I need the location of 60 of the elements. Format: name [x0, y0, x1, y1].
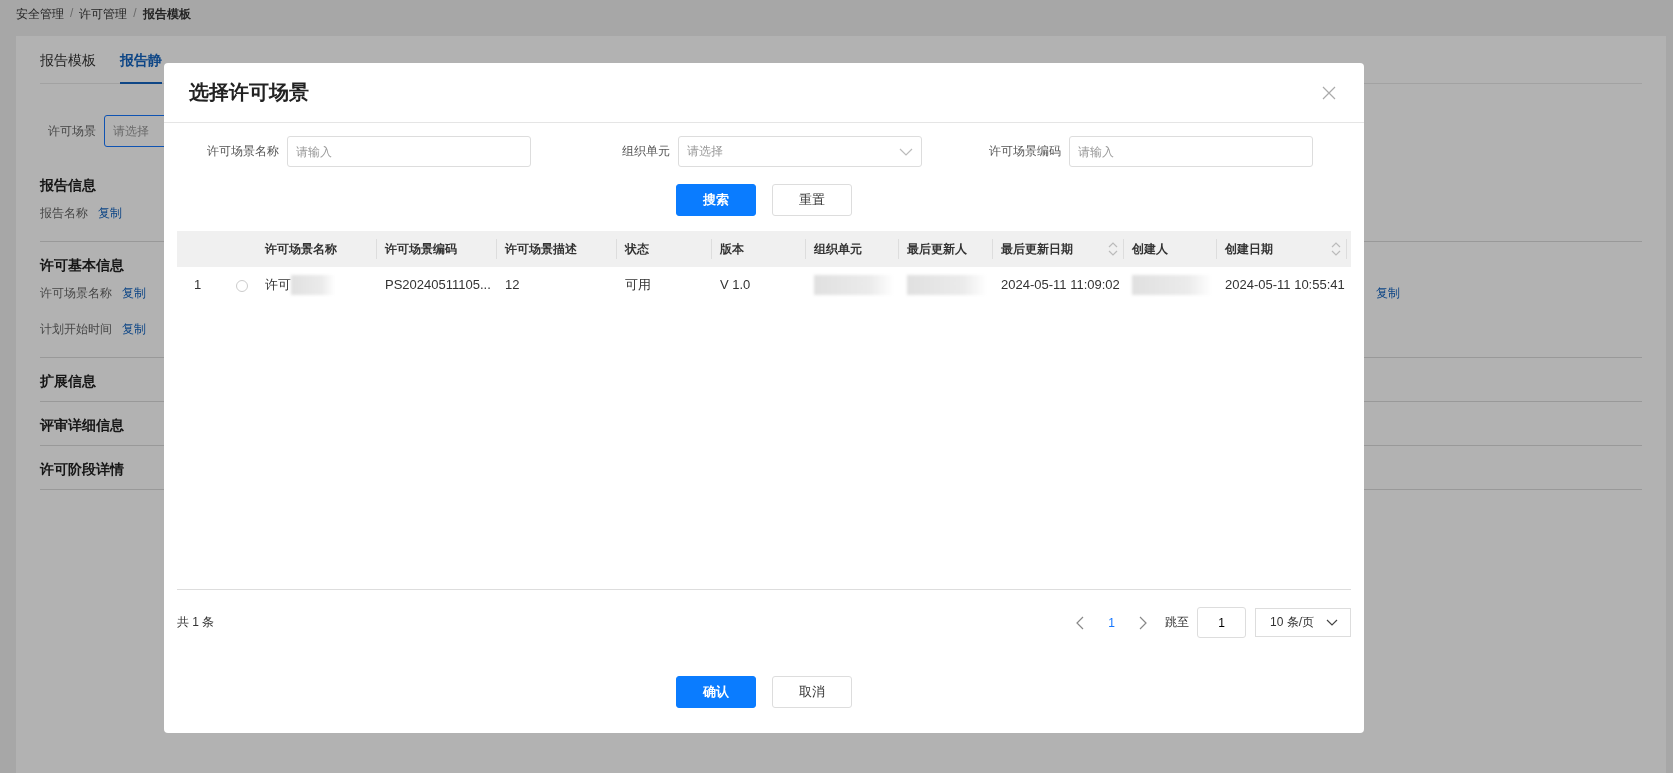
input-field[interactable]: 请输入 [287, 136, 531, 167]
input-field[interactable]: 请输入 [1069, 136, 1313, 167]
reset-button[interactable]: 重置 [772, 184, 852, 216]
table-cell: 许可 [265, 275, 291, 294]
tab[interactable]: 报告模板 [40, 36, 96, 84]
section-heading: 扩展信息 [40, 372, 97, 391]
confirm-button[interactable]: 确认 [676, 676, 756, 708]
section-heading: 评审详细信息 [40, 416, 125, 435]
sort-icon[interactable] [1108, 241, 1118, 257]
column-header[interactable]: 创建日期 [1217, 231, 1347, 267]
field-label: 组织单元 [622, 143, 670, 160]
field-label: 许可场景 [47, 122, 97, 140]
copy-link[interactable]: 复制 [122, 320, 146, 338]
column-header: 最后更新人 [899, 231, 993, 267]
cancel-button[interactable]: 取消 [772, 676, 852, 708]
chevron-down-icon [1326, 619, 1338, 626]
section-heading: 许可基本信息 [40, 256, 125, 275]
section-heading: 报告信息 [40, 176, 97, 195]
breadcrumb-item[interactable]: 许可管理 [79, 6, 128, 23]
column-header: 版本 [712, 231, 806, 267]
chevron-right-icon[interactable] [1139, 615, 1147, 630]
table-cell: 12 [505, 277, 520, 292]
breadcrumb-item: 报告模板 [142, 6, 191, 23]
page-input[interactable]: 1 [1197, 607, 1246, 638]
column-header: 许可场景描述 [497, 231, 617, 267]
section-heading: 许可阶段详情 [40, 460, 125, 479]
copy-link[interactable]: 复制 [98, 204, 122, 222]
row-number: 1 [193, 277, 203, 292]
chevron-left-icon[interactable] [1076, 615, 1085, 630]
column-header: 许可场景名称 [257, 231, 377, 267]
field-label: 许可场景名称 [40, 284, 112, 302]
column-header: 许可场景编码 [377, 231, 497, 267]
breadcrumb-separator: / [70, 6, 74, 20]
table-cell: PS20240511105... [385, 277, 491, 292]
column-header: 创建人 [1124, 231, 1217, 267]
field-label: 许可场景名称 [207, 143, 279, 160]
copy-link[interactable]: 复制 [1376, 284, 1400, 302]
close-icon[interactable] [1322, 85, 1336, 100]
breadcrumb-item[interactable]: 安全管理 [16, 6, 64, 23]
copy-link[interactable]: 复制 [122, 284, 146, 302]
field-label: 报告名称 [40, 204, 88, 222]
table-cell: 可用 [625, 275, 651, 294]
column-header: 组织单元 [806, 231, 899, 267]
chevron-down-icon [899, 147, 913, 156]
breadcrumb-separator: / [133, 6, 137, 20]
jump-label: 跳至 [1165, 614, 1189, 631]
table-cell: V 1.0 [720, 277, 751, 292]
column-header[interactable]: 最后更新日期 [993, 231, 1124, 267]
tab[interactable]: 报告静 [120, 36, 162, 84]
dialog-title: 选择许可场景 [189, 80, 309, 105]
search-button[interactable]: 搜索 [676, 184, 756, 216]
table-cell: 2024-05-11 10:55:41 [1225, 277, 1345, 292]
sort-icon[interactable] [1331, 241, 1341, 257]
field-label: 计划开始时间 [40, 320, 112, 338]
table-cell: 2024-05-11 11:09:02 [1001, 277, 1120, 292]
field-label: 许可场景编码 [989, 143, 1061, 160]
page-size-select[interactable]: 10 条/页 [1255, 608, 1351, 637]
page-number[interactable]: 1 [1098, 615, 1125, 630]
total-count: 共 1 条 [177, 614, 215, 631]
column-header: 状态 [617, 231, 712, 267]
